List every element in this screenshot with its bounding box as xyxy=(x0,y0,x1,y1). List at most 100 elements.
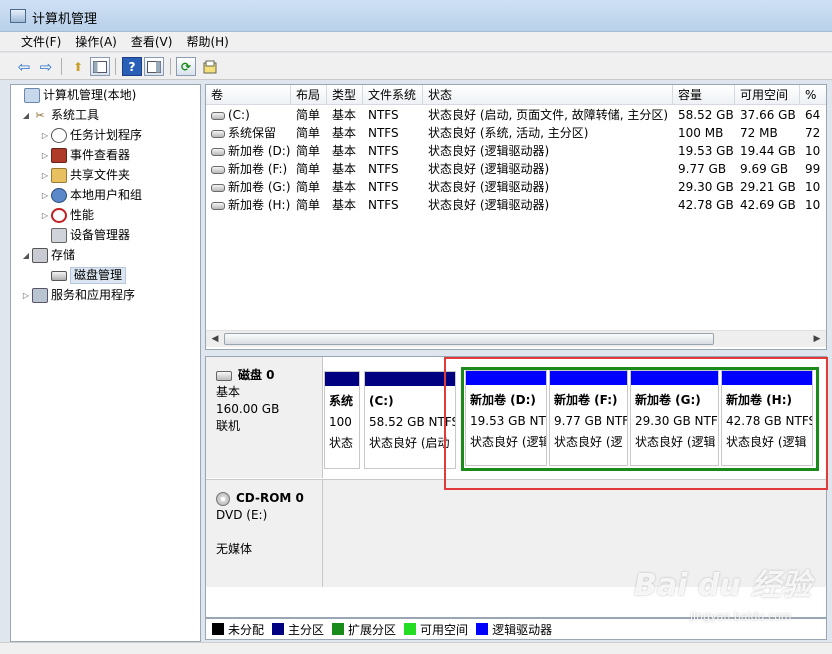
table-cell[interactable]: NTFS xyxy=(363,196,423,214)
tree-item-device-manager[interactable]: 设备管理器 xyxy=(40,226,130,245)
table-cell[interactable]: 简单 xyxy=(291,160,327,178)
table-cell[interactable]: 新加卷 (D:) xyxy=(206,142,291,160)
table-cell[interactable]: 72 xyxy=(800,124,826,142)
table-cell[interactable]: 新加卷 (G:) xyxy=(206,178,291,196)
expand-arrow-icon[interactable]: ▷ xyxy=(21,286,31,305)
column-header-volume[interactable]: 卷 xyxy=(206,85,291,105)
table-cell[interactable]: NTFS xyxy=(363,142,423,160)
table-cell[interactable]: 简单 xyxy=(291,196,327,214)
export-icon[interactable] xyxy=(200,57,220,76)
forward-icon[interactable]: ⇨ xyxy=(36,57,56,76)
tree-item-system-tools[interactable]: ◢ ✂ 系统工具 xyxy=(21,106,99,125)
table-cell[interactable]: 状态良好 (逻辑驱动器) xyxy=(423,160,673,178)
column-header-type[interactable]: 类型 xyxy=(327,85,363,105)
table-cell[interactable]: 100 MB xyxy=(673,124,735,142)
expand-arrow-icon[interactable]: ▷ xyxy=(40,166,50,185)
table-cell[interactable]: 状态良好 (系统, 活动, 主分区) xyxy=(423,124,673,142)
scroll-left-icon[interactable]: ◀ xyxy=(207,332,223,347)
column-header-status[interactable]: 状态 xyxy=(423,85,673,105)
column-header-capacity[interactable]: 容量 xyxy=(673,85,735,105)
table-cell[interactable]: 基本 xyxy=(327,124,363,142)
cell-text: 9.77 GB xyxy=(678,162,727,176)
table-cell[interactable]: 58.52 GB xyxy=(673,106,735,124)
menu-action[interactable]: 操作(A) xyxy=(68,32,124,52)
table-cell[interactable]: 基本 xyxy=(327,106,363,124)
table-cell[interactable]: 19.53 GB xyxy=(673,142,735,160)
tree-item-event-viewer[interactable]: ▷ 事件查看器 xyxy=(40,146,130,165)
table-cell[interactable]: 99 xyxy=(800,160,826,178)
table-cell[interactable]: NTFS xyxy=(363,178,423,196)
cell-text: 100 MB xyxy=(678,126,724,140)
table-cell[interactable]: 简单 xyxy=(291,124,327,142)
horizontal-scrollbar[interactable]: ◀ ▶ xyxy=(206,330,826,347)
table-cell[interactable]: 系统保留 xyxy=(206,124,291,142)
column-header-filesystem[interactable]: 文件系统 xyxy=(363,85,423,105)
table-cell[interactable]: 新加卷 (F:) xyxy=(206,160,291,178)
up-folder-icon[interactable]: ⬆ xyxy=(68,57,88,76)
collapse-arrow-icon[interactable]: ◢ xyxy=(21,106,31,125)
table-cell[interactable]: 基本 xyxy=(327,178,363,196)
table-cell[interactable]: 简单 xyxy=(291,178,327,196)
table-cell[interactable]: 新加卷 (H:) xyxy=(206,196,291,214)
partition-block[interactable]: (C:) 58.52 GB NTFS 状态良好 (启动 xyxy=(364,371,456,469)
table-cell[interactable]: 10 xyxy=(800,178,826,196)
table-cell[interactable]: 72 MB xyxy=(735,124,800,142)
table-cell[interactable]: 64 xyxy=(800,106,826,124)
cell-text: 37.66 GB xyxy=(740,108,796,122)
tree-item-disk-management[interactable]: 磁盘管理 xyxy=(40,266,127,285)
show-tree-icon[interactable] xyxy=(90,57,110,76)
table-cell[interactable]: NTFS xyxy=(363,124,423,142)
expand-arrow-icon[interactable]: ▷ xyxy=(40,126,50,145)
table-cell[interactable]: 10 xyxy=(800,196,826,214)
collapse-arrow-icon[interactable]: ◢ xyxy=(21,246,31,265)
column-header-free-space[interactable]: 可用空间 xyxy=(735,85,800,105)
scroll-thumb[interactable] xyxy=(224,333,714,345)
expand-arrow-icon[interactable]: ▷ xyxy=(40,206,50,225)
table-cell[interactable]: 简单 xyxy=(291,106,327,124)
table-cell[interactable]: 37.66 GB xyxy=(735,106,800,124)
menu-view[interactable]: 查看(V) xyxy=(124,32,180,52)
table-cell[interactable]: 基本 xyxy=(327,142,363,160)
help-icon[interactable]: ? xyxy=(122,57,142,76)
table-cell[interactable]: NTFS xyxy=(363,160,423,178)
scroll-right-icon[interactable]: ▶ xyxy=(809,332,825,347)
table-cell[interactable]: NTFS xyxy=(363,106,423,124)
table-cell[interactable]: 29.30 GB xyxy=(673,178,735,196)
back-icon[interactable]: ⇦ xyxy=(14,57,34,76)
cdrom-0-label[interactable]: CD-ROM 0 DVD (E:) 无媒体 xyxy=(206,479,323,587)
tree-item-storage[interactable]: ◢ 存储 xyxy=(21,246,75,265)
table-cell[interactable]: 基本 xyxy=(327,196,363,214)
table-cell[interactable]: (C:) xyxy=(206,106,291,124)
partition-color-bar xyxy=(365,372,455,386)
tree-item-shared-folders[interactable]: ▷ 共享文件夹 xyxy=(40,166,130,185)
menu-help[interactable]: 帮助(H) xyxy=(179,32,235,52)
tree-item-performance[interactable]: ▷ 性能 xyxy=(40,206,94,225)
disk-0-label[interactable]: 磁盘 0 基本 160.00 GB 联机 xyxy=(206,357,323,478)
refresh-icon[interactable]: ⟳ xyxy=(176,57,196,76)
table-cell[interactable]: 19.44 GB xyxy=(735,142,800,160)
expand-arrow-icon[interactable]: ▷ xyxy=(40,146,50,165)
menu-file[interactable]: 文件(F) xyxy=(14,32,68,52)
table-cell[interactable]: 9.77 GB xyxy=(673,160,735,178)
tree-item-root[interactable]: 计算机管理(本地) xyxy=(13,86,136,105)
partition-block[interactable]: 系统 100 状态 xyxy=(324,371,360,469)
table-cell[interactable]: 状态良好 (启动, 页面文件, 故障转储, 主分区) xyxy=(423,106,673,124)
table-cell[interactable]: 基本 xyxy=(327,160,363,178)
table-cell[interactable]: 29.21 GB xyxy=(735,178,800,196)
table-cell[interactable]: 简单 xyxy=(291,142,327,160)
tree-item-task-scheduler[interactable]: ▷ 任务计划程序 xyxy=(40,126,142,145)
table-cell[interactable]: 状态良好 (逻辑驱动器) xyxy=(423,196,673,214)
table-cell[interactable]: 42.78 GB xyxy=(673,196,735,214)
expand-arrow-icon[interactable]: ▷ xyxy=(40,186,50,205)
tree-item-local-users[interactable]: ▷ 本地用户和组 xyxy=(40,186,142,205)
column-header-percent[interactable]: % xyxy=(800,85,826,105)
table-cell[interactable]: 42.69 GB xyxy=(735,196,800,214)
properties-icon[interactable] xyxy=(144,57,164,76)
table-cell[interactable]: 9.69 GB xyxy=(735,160,800,178)
cell-text: 新加卷 (G:) xyxy=(228,180,291,194)
column-header-layout[interactable]: 布局 xyxy=(291,85,327,105)
table-cell[interactable]: 状态良好 (逻辑驱动器) xyxy=(423,142,673,160)
tree-item-services-apps[interactable]: ▷ 服务和应用程序 xyxy=(21,286,135,305)
table-cell[interactable]: 状态良好 (逻辑驱动器) xyxy=(423,178,673,196)
table-cell[interactable]: 10 xyxy=(800,142,826,160)
